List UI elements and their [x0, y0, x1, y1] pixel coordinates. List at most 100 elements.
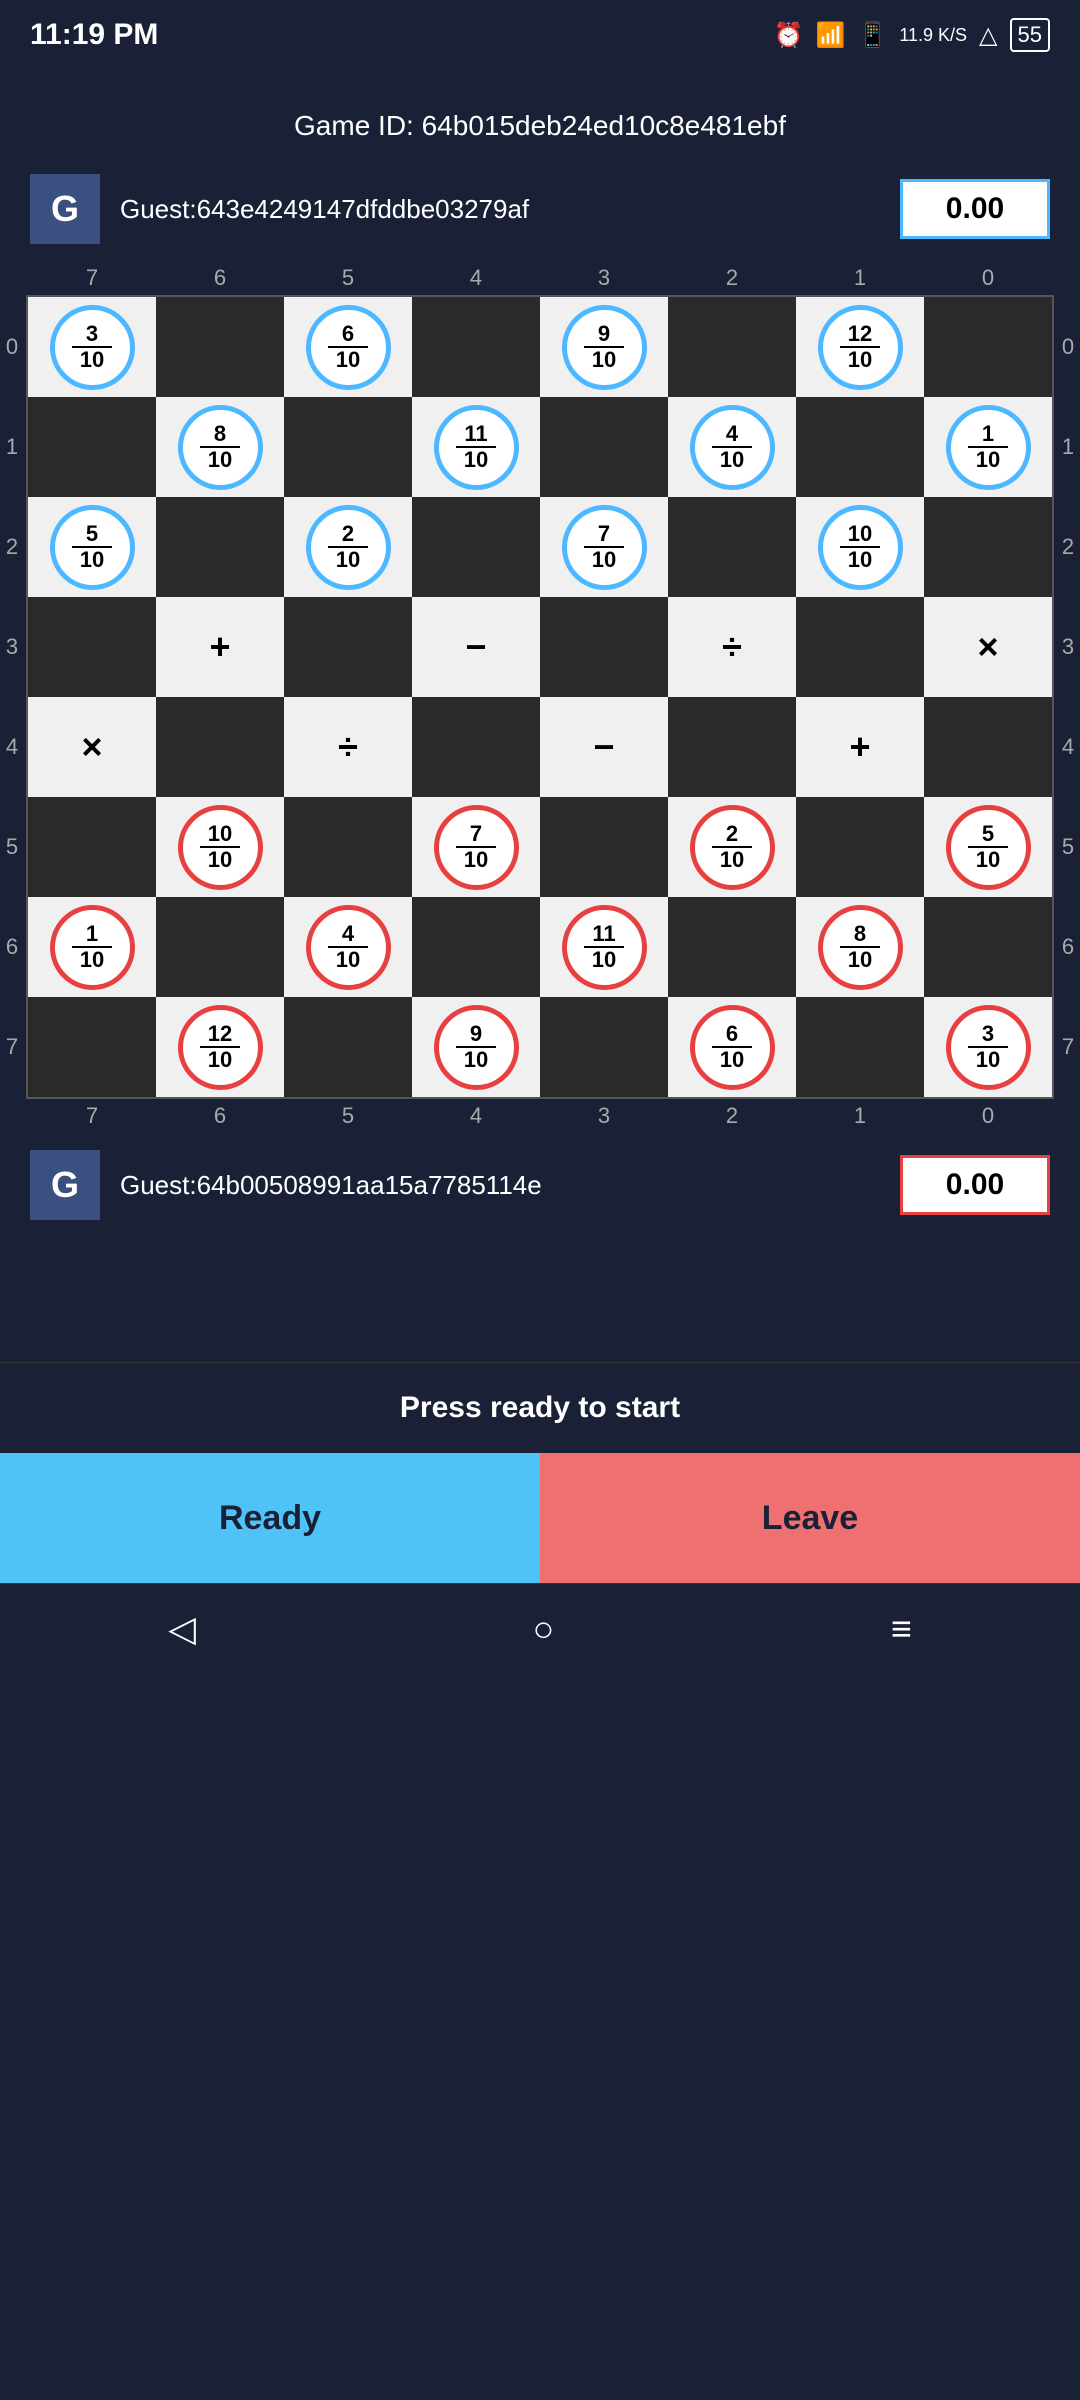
- cell-r5c0[interactable]: 5 10: [924, 797, 1052, 897]
- red-piece-9-10[interactable]: 9 10: [434, 1005, 519, 1090]
- cell-r2c3[interactable]: 7 10: [540, 497, 668, 597]
- cell-r4c6[interactable]: [156, 697, 284, 797]
- ready-button[interactable]: Ready: [0, 1453, 540, 1583]
- cell-r7c0[interactable]: 3 10: [924, 997, 1052, 1097]
- cell-r6c4[interactable]: [412, 897, 540, 997]
- cell-r4c4[interactable]: [412, 697, 540, 797]
- cell-r2c1[interactable]: 10 10: [796, 497, 924, 597]
- red-piece-5-10[interactable]: 5 10: [946, 805, 1031, 890]
- blue-piece-9-10[interactable]: 9 10: [562, 305, 647, 390]
- cell-r1c1[interactable]: [796, 397, 924, 497]
- home-icon[interactable]: ○: [532, 1608, 554, 1650]
- blue-piece-7-10[interactable]: 7 10: [562, 505, 647, 590]
- cell-r3c2[interactable]: ÷: [668, 597, 796, 697]
- cell-r6c0[interactable]: [924, 897, 1052, 997]
- status-icons: ⏰ 📶 📱 11.9 K/S △ 55: [774, 18, 1050, 52]
- cell-r7c1[interactable]: [796, 997, 924, 1097]
- cell-r2c6[interactable]: [156, 497, 284, 597]
- cell-r0c2[interactable]: [668, 297, 796, 397]
- back-icon[interactable]: ◁: [168, 1608, 196, 1650]
- cell-r6c2[interactable]: [668, 897, 796, 997]
- leave-button[interactable]: Leave: [540, 1453, 1080, 1583]
- red-piece-1-10[interactable]: 1 10: [50, 905, 135, 990]
- cell-r4c2[interactable]: [668, 697, 796, 797]
- cell-r5c1[interactable]: [796, 797, 924, 897]
- cell-r3c6[interactable]: +: [156, 597, 284, 697]
- col-label-b0: 0: [924, 1099, 1052, 1133]
- cell-r0c1[interactable]: 12 10: [796, 297, 924, 397]
- cell-r2c5[interactable]: 2 10: [284, 497, 412, 597]
- cell-r3c5[interactable]: [284, 597, 412, 697]
- cell-r0c0[interactable]: [924, 297, 1052, 397]
- speed-icon: 11.9 K/S: [899, 25, 967, 46]
- red-piece-4-10[interactable]: 4 10: [306, 905, 391, 990]
- status-time: 11:19 PM: [30, 18, 158, 52]
- blue-piece-4-10[interactable]: 4 10: [690, 405, 775, 490]
- blue-piece-11-10[interactable]: 11 10: [434, 405, 519, 490]
- blue-piece-6-10[interactable]: 6 10: [306, 305, 391, 390]
- red-piece-2-10[interactable]: 2 10: [690, 805, 775, 890]
- cell-r6c6[interactable]: [156, 897, 284, 997]
- cell-r3c1[interactable]: [796, 597, 924, 697]
- cell-r5c4[interactable]: 7 10: [412, 797, 540, 897]
- cell-r3c0[interactable]: ×: [924, 597, 1052, 697]
- cell-r0c3[interactable]: 9 10: [540, 297, 668, 397]
- cell-r1c0[interactable]: 1 10: [924, 397, 1052, 497]
- player1-avatar: G: [30, 174, 100, 244]
- cell-r3c3[interactable]: [540, 597, 668, 697]
- cell-r1c6[interactable]: 8 10: [156, 397, 284, 497]
- cell-r1c5[interactable]: [284, 397, 412, 497]
- red-piece-6-10[interactable]: 6 10: [690, 1005, 775, 1090]
- cell-r5c5[interactable]: [284, 797, 412, 897]
- menu-icon[interactable]: ≡: [891, 1608, 912, 1650]
- cell-r1c4[interactable]: 11 10: [412, 397, 540, 497]
- blue-piece-1-10[interactable]: 1 10: [946, 405, 1031, 490]
- red-piece-11-10[interactable]: 11 10: [562, 905, 647, 990]
- blue-piece-2-10[interactable]: 2 10: [306, 505, 391, 590]
- cell-r4c3[interactable]: −: [540, 697, 668, 797]
- cell-r4c5[interactable]: ÷: [284, 697, 412, 797]
- blue-piece-5-10[interactable]: 5 10: [50, 505, 135, 590]
- cell-r0c6[interactable]: [156, 297, 284, 397]
- cell-r6c5[interactable]: 4 10: [284, 897, 412, 997]
- red-piece-3-10[interactable]: 3 10: [946, 1005, 1031, 1090]
- blue-piece-8-10[interactable]: 8 10: [178, 405, 263, 490]
- cell-r4c0[interactable]: [924, 697, 1052, 797]
- cell-r3c4[interactable]: −: [412, 597, 540, 697]
- cell-r0c5[interactable]: 6 10: [284, 297, 412, 397]
- cell-r0c4[interactable]: [412, 297, 540, 397]
- cell-r2c4[interactable]: [412, 497, 540, 597]
- cell-r4c1[interactable]: +: [796, 697, 924, 797]
- cell-r5c7[interactable]: [28, 797, 156, 897]
- cell-r4c7[interactable]: ×: [28, 697, 156, 797]
- col-label-b6: 6: [156, 1099, 284, 1133]
- cell-r5c6[interactable]: 10 10: [156, 797, 284, 897]
- cell-r6c7[interactable]: 1 10: [28, 897, 156, 997]
- red-piece-12-10[interactable]: 12 10: [178, 1005, 263, 1090]
- col-label-6: 6: [156, 261, 284, 295]
- cell-r5c2[interactable]: 2 10: [668, 797, 796, 897]
- cell-r2c2[interactable]: [668, 497, 796, 597]
- blue-piece-3-10[interactable]: 3 10: [50, 305, 135, 390]
- cell-r7c6[interactable]: 12 10: [156, 997, 284, 1097]
- cell-r1c7[interactable]: [28, 397, 156, 497]
- cell-r3c7[interactable]: [28, 597, 156, 697]
- cell-r2c0[interactable]: [924, 497, 1052, 597]
- cell-r6c1[interactable]: 8 10: [796, 897, 924, 997]
- red-piece-10-10[interactable]: 10 10: [178, 805, 263, 890]
- cell-r6c3[interactable]: 11 10: [540, 897, 668, 997]
- blue-piece-10-10-b[interactable]: 10 10: [818, 505, 903, 590]
- cell-r7c5[interactable]: [284, 997, 412, 1097]
- cell-r0c7[interactable]: 3 10: [28, 297, 156, 397]
- blue-piece-12-10[interactable]: 12 10: [818, 305, 903, 390]
- cell-r5c3[interactable]: [540, 797, 668, 897]
- cell-r1c2[interactable]: 4 10: [668, 397, 796, 497]
- cell-r2c7[interactable]: 5 10: [28, 497, 156, 597]
- red-piece-8-10[interactable]: 8 10: [818, 905, 903, 990]
- cell-r7c7[interactable]: [28, 997, 156, 1097]
- cell-r1c3[interactable]: [540, 397, 668, 497]
- red-piece-7-10[interactable]: 7 10: [434, 805, 519, 890]
- cell-r7c2[interactable]: 6 10: [668, 997, 796, 1097]
- cell-r7c3[interactable]: [540, 997, 668, 1097]
- cell-r7c4[interactable]: 9 10: [412, 997, 540, 1097]
